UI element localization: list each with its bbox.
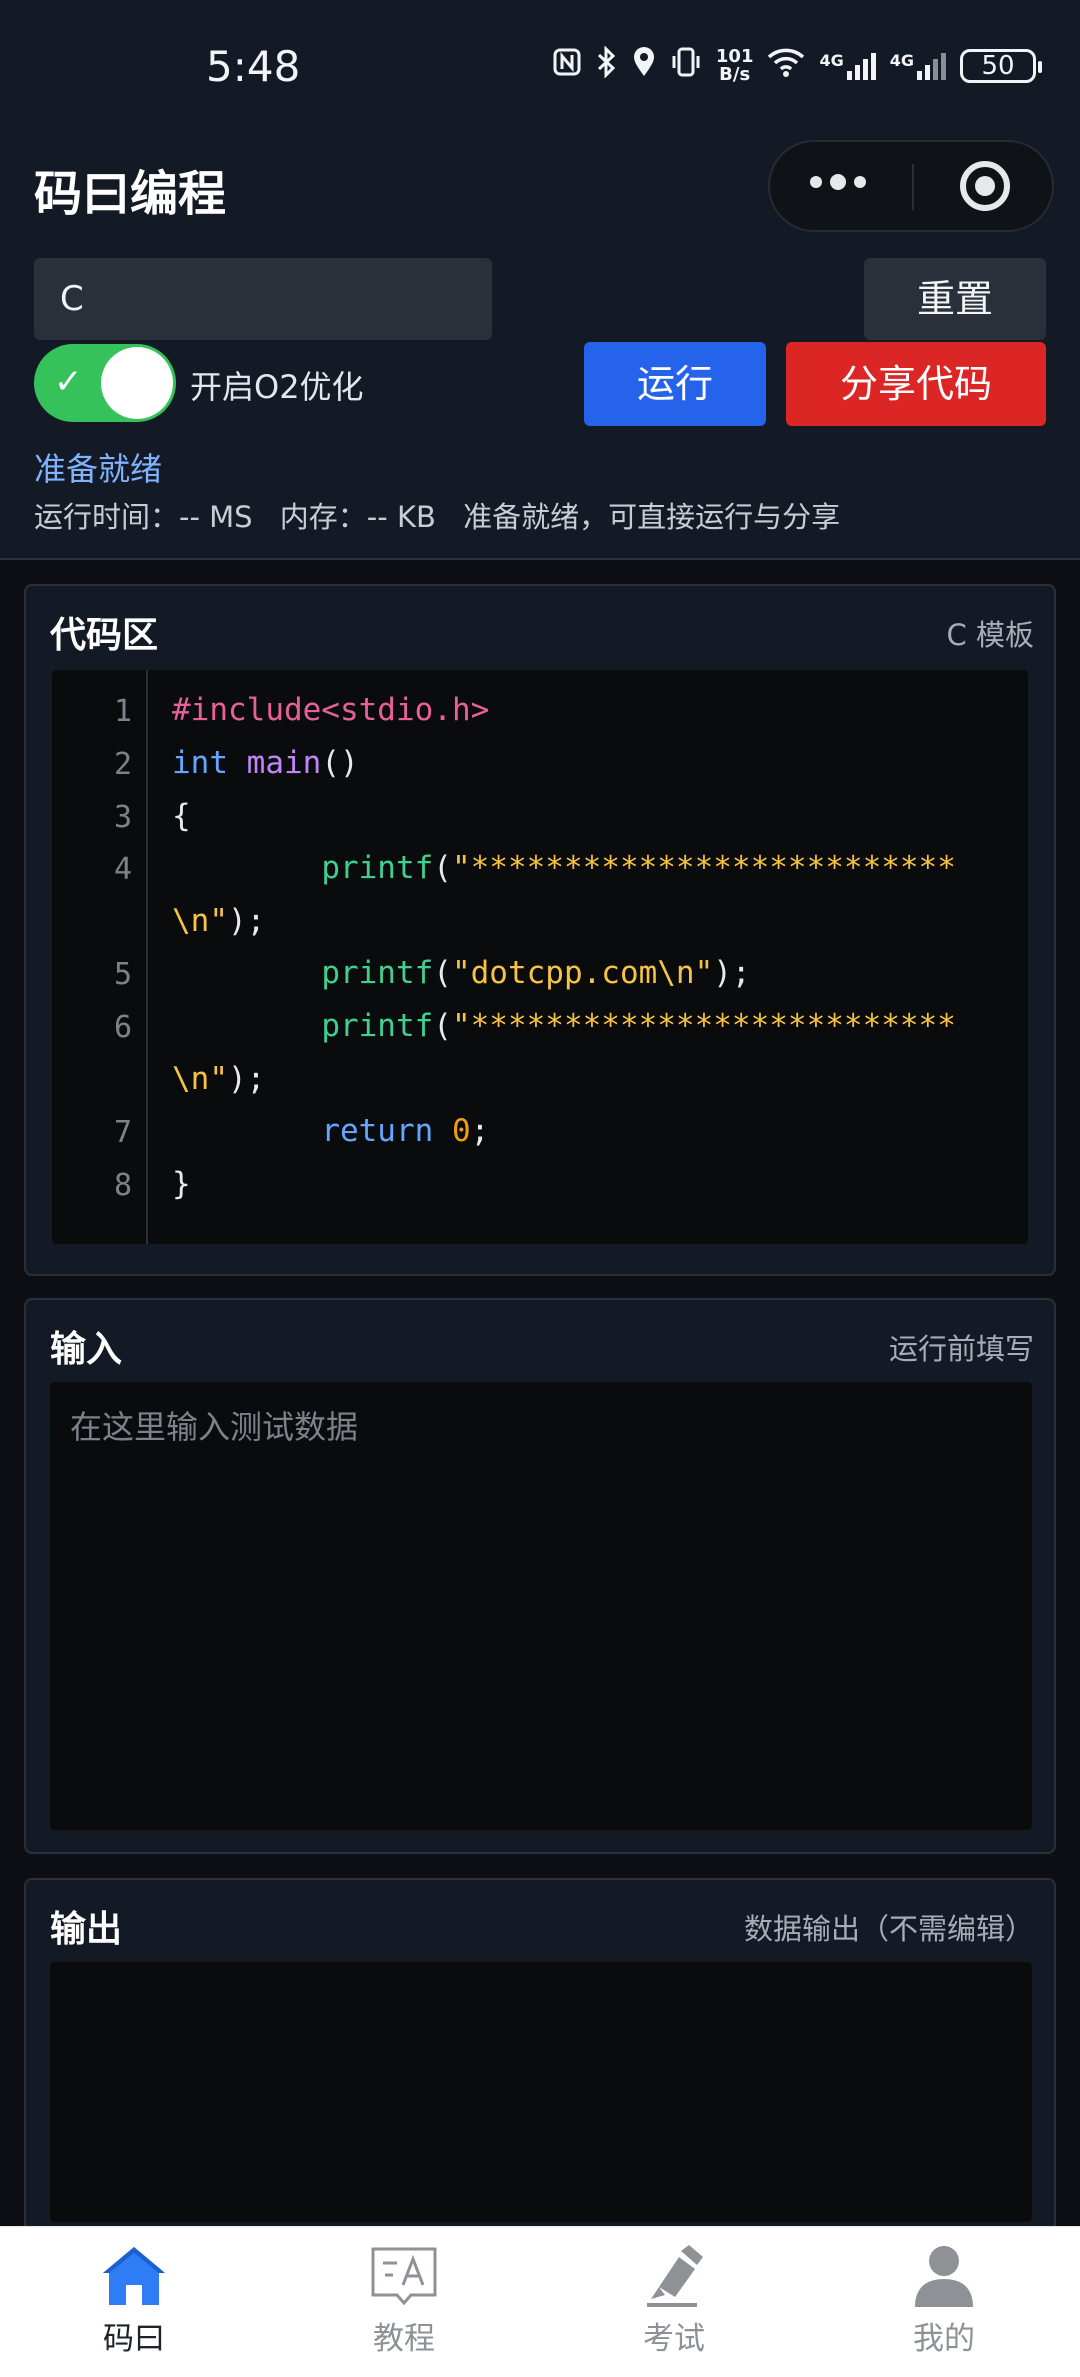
location-icon xyxy=(632,46,656,86)
tab-label: 我的 xyxy=(913,2321,975,2357)
home-icon xyxy=(103,2247,165,2305)
mini-program-capsule xyxy=(768,140,1054,232)
code-line: #include<stdio.h> xyxy=(172,692,490,728)
toggle-knob xyxy=(101,347,173,419)
tab-label: 码曰 xyxy=(103,2321,165,2357)
tab-home[interactable]: 码曰 xyxy=(54,2243,214,2358)
app-title: 码曰编程 xyxy=(34,166,227,222)
line-number: 4 xyxy=(113,852,132,887)
bottom-tab-bar: 码曰 教程 考试 我的 xyxy=(0,2226,1080,2377)
tab-exam[interactable]: 考试 xyxy=(594,2243,754,2358)
nfc-icon xyxy=(552,47,582,85)
language-select[interactable]: C xyxy=(34,258,492,340)
o2-toggle[interactable]: ✓ xyxy=(34,344,176,422)
code-line: printf("************************** xyxy=(321,850,956,886)
tutorial-icon xyxy=(371,2247,437,2306)
code-line: } xyxy=(172,1166,191,1202)
exam-pen-icon xyxy=(647,2245,703,2307)
output-panel-title: 输出 xyxy=(50,1909,123,1950)
signal-icon-2: 4G xyxy=(890,51,946,81)
status-time: 5:48 xyxy=(206,42,301,91)
runtime-text: 运行时间：-- MS xyxy=(34,500,253,534)
line-number: 1 xyxy=(113,694,132,729)
code-panel-title: 代码区 xyxy=(50,615,159,656)
run-button[interactable]: 运行 xyxy=(584,342,766,426)
line-number: 2 xyxy=(113,747,132,782)
input-panel: 输入 运行前填写 在这里输入测试数据 xyxy=(24,1298,1056,1854)
close-target-icon[interactable] xyxy=(960,161,1010,211)
battery-icon: 50 xyxy=(960,49,1042,83)
signal-icon-1: 4G xyxy=(819,51,876,81)
net-speed: 101 B/s xyxy=(715,46,754,85)
line-gutter: 1 2 3 4 5 6 7 8 xyxy=(52,670,148,1244)
code-line: { xyxy=(172,798,191,834)
output-display xyxy=(50,1962,1032,2222)
user-icon xyxy=(915,2246,973,2307)
input-panel-title: 输入 xyxy=(50,1329,123,1370)
input-placeholder: 在这里输入测试数据 xyxy=(70,1408,359,1446)
more-icon[interactable] xyxy=(810,174,866,190)
memory-text: 内存：-- KB xyxy=(279,500,436,534)
line-number: 5 xyxy=(113,957,132,992)
capsule-divider xyxy=(912,164,914,210)
code-panel: 代码区 C 模板 1 2 3 4 5 6 7 8 #include<stdio.… xyxy=(24,584,1056,1276)
line-number: 3 xyxy=(113,800,132,835)
code-line-wrap: \n"); xyxy=(172,903,266,939)
tab-tutorial[interactable]: 教程 xyxy=(324,2243,484,2358)
code-line: int main() xyxy=(172,745,359,781)
wifi-icon xyxy=(767,47,805,85)
status-message: 准备就绪，可直接运行与分享 xyxy=(463,500,841,534)
code-editor[interactable]: 1 2 3 4 5 6 7 8 #include<stdio.h> int ma… xyxy=(52,670,1028,1244)
o2-label: 开启O2优化 xyxy=(190,368,364,406)
status-state: 准备就绪 xyxy=(34,450,163,488)
tab-profile[interactable]: 我的 xyxy=(864,2243,1024,2358)
line-number: 8 xyxy=(113,1168,132,1203)
run-info: 运行时间：-- MS 内存：-- KB 准备就绪，可直接运行与分享 xyxy=(34,494,858,536)
reset-button[interactable]: 重置 xyxy=(864,258,1046,340)
tab-label: 考试 xyxy=(643,2321,705,2357)
code-line: printf("************************** xyxy=(321,1008,956,1044)
code-template-hint[interactable]: C 模板 xyxy=(947,612,1034,654)
line-number: 7 xyxy=(113,1115,132,1150)
input-panel-hint: 运行前填写 xyxy=(888,1332,1034,1366)
status-icons: 101 B/s 4G 4G 50 xyxy=(552,45,1042,86)
code-line: return 0; xyxy=(321,1113,490,1149)
line-number: 6 xyxy=(113,1010,132,1045)
share-code-button[interactable]: 分享代码 xyxy=(786,342,1046,426)
bluetooth-icon xyxy=(596,45,618,86)
output-panel-hint: 数据输出（不需编辑） xyxy=(743,1912,1034,1946)
code-line-wrap: \n"); xyxy=(172,1061,266,1097)
check-icon: ✓ xyxy=(54,362,83,402)
test-input-textarea[interactable]: 在这里输入测试数据 xyxy=(50,1382,1032,1830)
vibrate-icon xyxy=(670,46,702,86)
tab-label: 教程 xyxy=(373,2321,435,2357)
code-line: printf("dotcpp.com\n"); xyxy=(321,955,751,991)
